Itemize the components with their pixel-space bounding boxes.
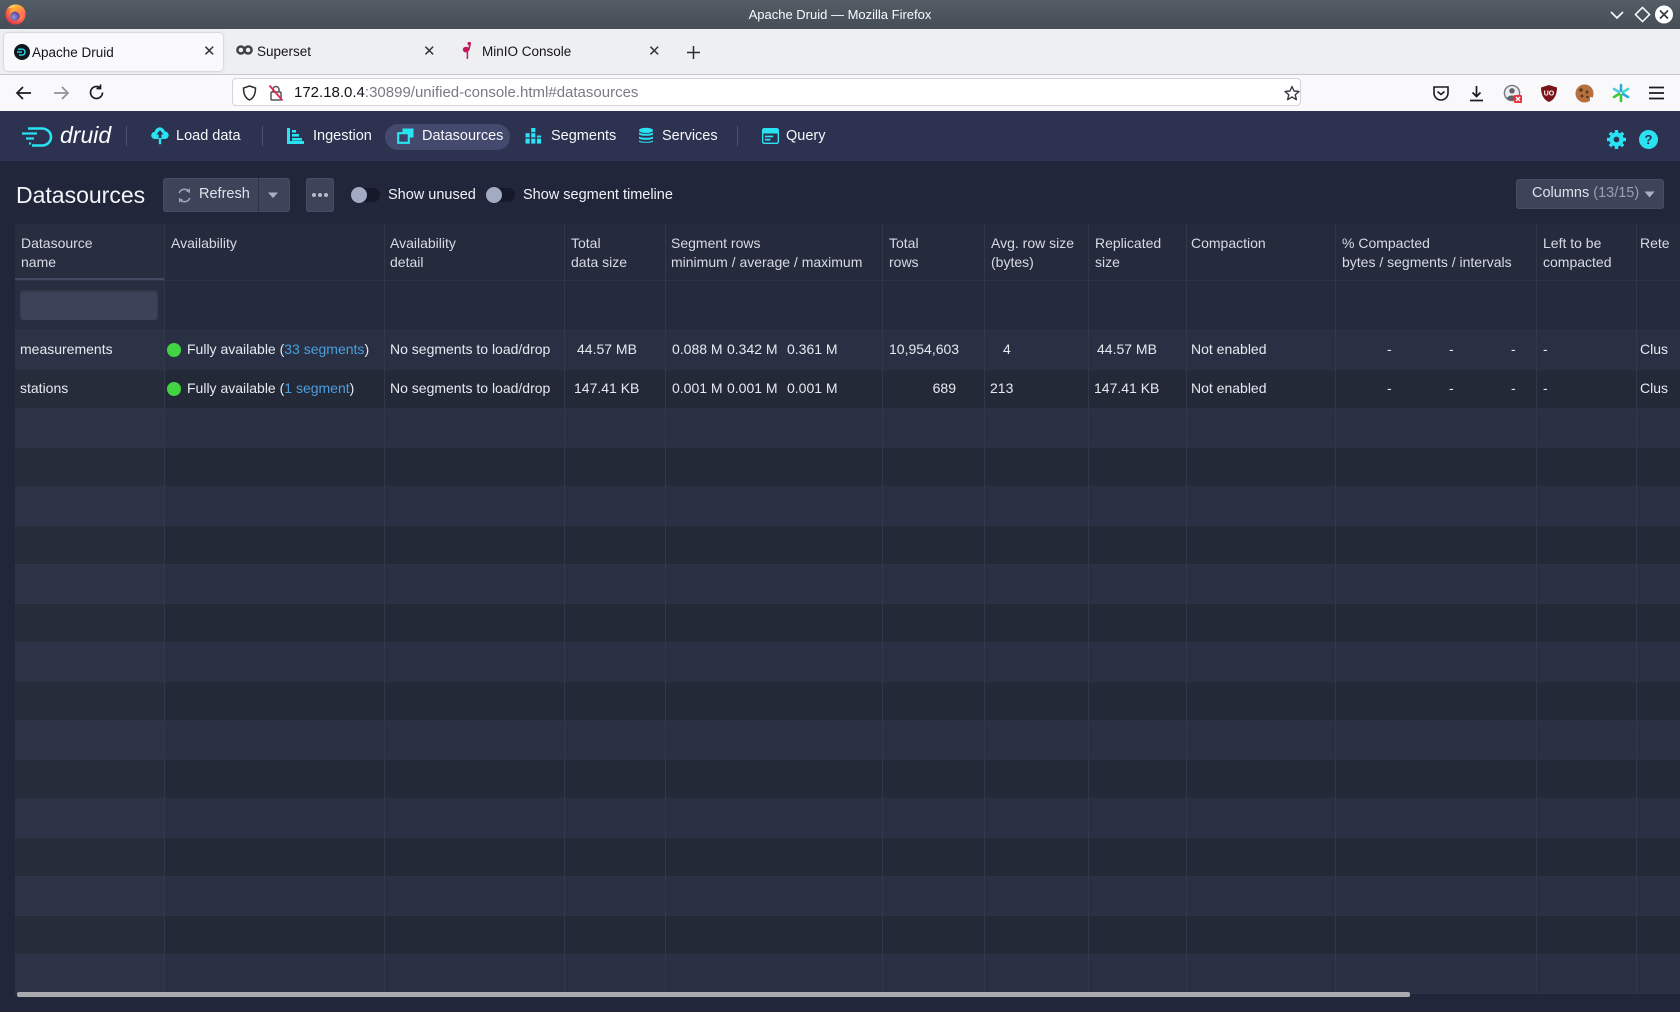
svg-text:?: ? xyxy=(1645,132,1653,147)
svg-text:UO: UO xyxy=(1544,91,1555,98)
